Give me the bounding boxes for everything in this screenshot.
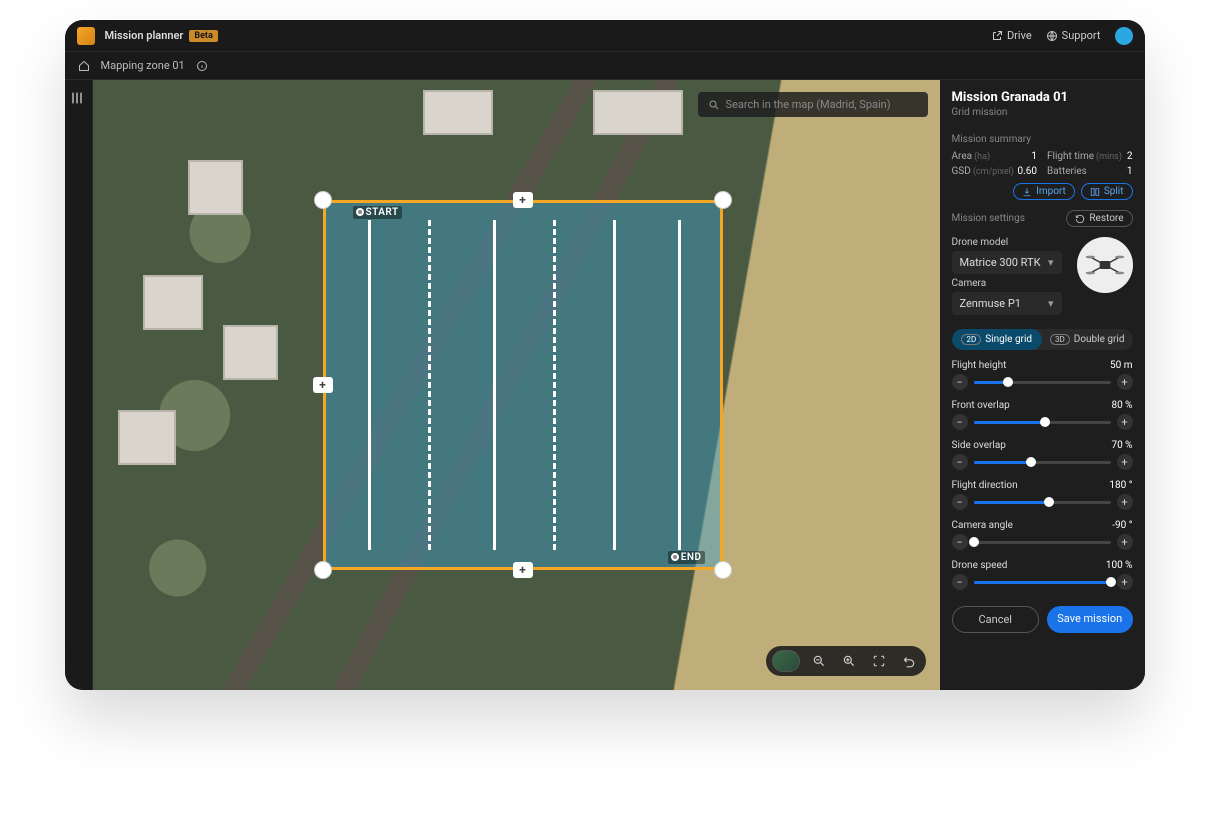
- cancel-button[interactable]: Cancel: [952, 606, 1040, 633]
- split-button[interactable]: Split: [1081, 183, 1133, 200]
- topbar: Mission planner Beta Drive Support: [65, 20, 1145, 52]
- corner-handle[interactable]: [314, 561, 332, 579]
- summary-header: Mission summary: [952, 134, 1133, 145]
- external-link-icon: [991, 30, 1003, 42]
- info-icon[interactable]: [195, 59, 209, 73]
- flight-line: [493, 220, 496, 550]
- flight-line: [428, 220, 431, 550]
- flight-line: [368, 220, 371, 550]
- flight-line: [678, 220, 681, 550]
- drone-icon: [1085, 250, 1125, 280]
- decrement-button[interactable]: −: [952, 534, 968, 550]
- undo-button[interactable]: [898, 650, 920, 672]
- mission-panel: Mission Granada 01 Grid mission Mission …: [940, 80, 1145, 690]
- building: [593, 90, 683, 135]
- decrement-button[interactable]: −: [952, 574, 968, 590]
- slider-track[interactable]: [974, 381, 1111, 384]
- app-logo-icon: [77, 27, 95, 45]
- settings-header: Mission settings: [952, 213, 1025, 224]
- flight-line: [613, 220, 616, 550]
- building: [188, 160, 243, 215]
- map-controls: [766, 646, 926, 676]
- app-title: Mission planner: [105, 29, 184, 42]
- edge-add-handle[interactable]: +: [513, 562, 533, 578]
- mission-area-overlay[interactable]: START END + + +: [323, 200, 723, 570]
- side-overlap-slider: Side overlap70 % − +: [952, 440, 1133, 470]
- increment-button[interactable]: +: [1117, 374, 1133, 390]
- start-marker: START: [353, 206, 402, 219]
- building: [118, 410, 176, 465]
- decrement-button[interactable]: −: [952, 454, 968, 470]
- grid-mode-toggle: 2D Single grid 3D Double grid: [952, 329, 1133, 350]
- decrement-button[interactable]: −: [952, 494, 968, 510]
- map-search-input[interactable]: Search in the map (Madrid, Spain): [698, 92, 928, 117]
- slider-track[interactable]: [974, 541, 1111, 544]
- slider-track[interactable]: [974, 501, 1111, 504]
- end-marker: END: [668, 551, 705, 564]
- increment-button[interactable]: +: [1117, 534, 1133, 550]
- user-avatar[interactable]: [1115, 27, 1133, 45]
- left-rail: [65, 80, 93, 690]
- drive-link[interactable]: Drive: [991, 29, 1032, 42]
- camera-select[interactable]: Zenmuse P1 ▾: [952, 292, 1062, 315]
- import-button[interactable]: Import: [1013, 183, 1075, 200]
- restore-button[interactable]: Restore: [1066, 210, 1132, 227]
- app-frame: Mission planner Beta Drive Support Mappi…: [65, 20, 1145, 690]
- camera-angle-slider: Camera angle-90 ° − +: [952, 520, 1133, 550]
- breadcrumb-item[interactable]: Mapping zone 01: [101, 59, 185, 72]
- slider-track[interactable]: [974, 461, 1111, 464]
- support-link[interactable]: Support: [1046, 29, 1101, 42]
- edge-add-handle[interactable]: +: [513, 192, 533, 208]
- center-button[interactable]: [868, 650, 890, 672]
- drone-thumbnail: [1077, 237, 1133, 293]
- basemap-toggle[interactable]: [772, 650, 800, 672]
- flight-direction-slider: Flight direction180 ° − +: [952, 480, 1133, 510]
- search-icon: [708, 99, 720, 111]
- save-mission-button[interactable]: Save mission: [1047, 606, 1133, 633]
- edge-add-handle[interactable]: +: [313, 377, 333, 393]
- corner-handle[interactable]: [314, 191, 332, 209]
- camera-label: Camera: [952, 278, 1067, 289]
- increment-button[interactable]: +: [1117, 454, 1133, 470]
- map-area[interactable]: Search in the map (Madrid, Spain) START …: [93, 80, 940, 690]
- double-grid-option[interactable]: 3D Double grid: [1042, 329, 1133, 350]
- breadcrumb-bar: Mapping zone 01: [65, 52, 1145, 80]
- building: [423, 90, 493, 135]
- increment-button[interactable]: +: [1117, 494, 1133, 510]
- import-icon: [1022, 187, 1032, 197]
- zoom-in-button[interactable]: [838, 650, 860, 672]
- home-icon[interactable]: [77, 59, 91, 73]
- chevron-down-icon: ▾: [1048, 297, 1054, 310]
- corner-handle[interactable]: [714, 561, 732, 579]
- globe-icon: [1046, 30, 1058, 42]
- slider-track[interactable]: [974, 581, 1111, 584]
- mission-type: Grid mission: [952, 107, 1133, 118]
- split-icon: [1090, 187, 1100, 197]
- front-overlap-slider: Front overlap80 % − +: [952, 400, 1133, 430]
- drone-model-select[interactable]: Matrice 300 RTK ▾: [952, 251, 1062, 274]
- chevron-down-icon: ▾: [1048, 256, 1054, 269]
- layers-icon[interactable]: [69, 90, 87, 108]
- building: [143, 275, 203, 330]
- single-grid-option[interactable]: 2D Single grid: [952, 329, 1043, 350]
- beta-badge: Beta: [189, 30, 217, 42]
- zoom-out-button[interactable]: [808, 650, 830, 672]
- drone-speed-slider: Drone speed100 % − +: [952, 560, 1133, 590]
- decrement-button[interactable]: −: [952, 414, 968, 430]
- flight-line: [553, 220, 556, 550]
- drone-model-label: Drone model: [952, 237, 1067, 248]
- corner-handle[interactable]: [714, 191, 732, 209]
- increment-button[interactable]: +: [1117, 574, 1133, 590]
- increment-button[interactable]: +: [1117, 414, 1133, 430]
- flight-height-slider: Flight height50 m − +: [952, 360, 1133, 390]
- slider-track[interactable]: [974, 421, 1111, 424]
- restore-icon: [1075, 214, 1085, 224]
- mission-title: Mission Granada 01: [952, 90, 1133, 105]
- mission-summary: Area(ha)1 Flight time(mins)2 GSD(cm/pixe…: [952, 151, 1133, 177]
- decrement-button[interactable]: −: [952, 374, 968, 390]
- building: [223, 325, 278, 380]
